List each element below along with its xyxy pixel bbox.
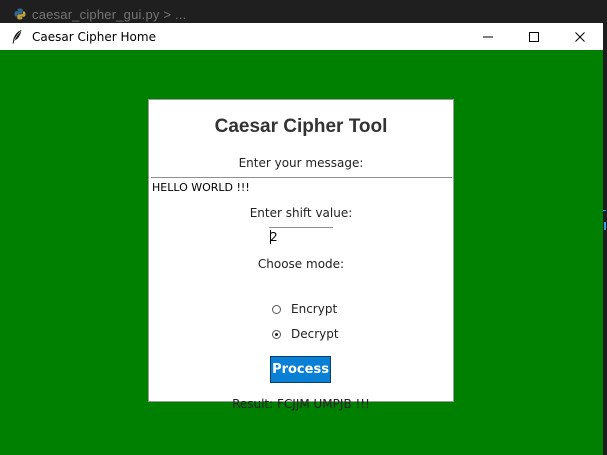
shift-label: Enter shift value: <box>249 206 353 220</box>
python-file-icon <box>14 8 26 20</box>
result-text: Result: FCJJM UMPJB !!! <box>232 397 370 411</box>
encrypt-radio-label: Encrypt <box>291 302 338 316</box>
editor-tab-label: caesar_cipher_gui.py > ... <box>32 6 187 22</box>
close-button[interactable] <box>557 23 603 50</box>
page-title: Caesar Cipher Tool <box>214 116 388 137</box>
editor-scroll-marker <box>603 210 607 240</box>
maximize-icon <box>529 31 539 42</box>
decrypt-radio-label: Decrypt <box>291 327 339 341</box>
minimize-icon <box>483 36 493 37</box>
cipher-card: Caesar Cipher Tool Enter your message: E… <box>148 99 454 411</box>
text-caret <box>270 230 271 244</box>
message-label: Enter your message: <box>238 156 364 170</box>
radio-unselected-icon[interactable] <box>272 304 281 314</box>
maximize-button[interactable] <box>511 23 557 50</box>
radio-selected-icon[interactable] <box>272 329 281 339</box>
editor-tab-bar: caesar_cipher_gui.py > ... <box>0 0 607 23</box>
decrypt-radio[interactable]: Decrypt <box>272 326 339 342</box>
app-window: Caesar Cipher Home Caesar Cipher Tool En… <box>0 23 603 455</box>
title-bar[interactable]: Caesar Cipher Home <box>0 23 603 50</box>
close-icon <box>575 31 585 42</box>
mode-label: Choose mode: <box>257 257 345 271</box>
process-button[interactable]: Process <box>270 356 331 383</box>
window-title: Caesar Cipher Home <box>32 29 156 44</box>
feather-icon <box>12 29 22 44</box>
shift-input[interactable] <box>269 227 333 245</box>
minimize-button[interactable] <box>465 23 511 50</box>
encrypt-radio[interactable]: Encrypt <box>272 301 337 317</box>
message-input[interactable] <box>151 177 452 195</box>
editor-tab[interactable]: caesar_cipher_gui.py > ... <box>14 5 186 23</box>
